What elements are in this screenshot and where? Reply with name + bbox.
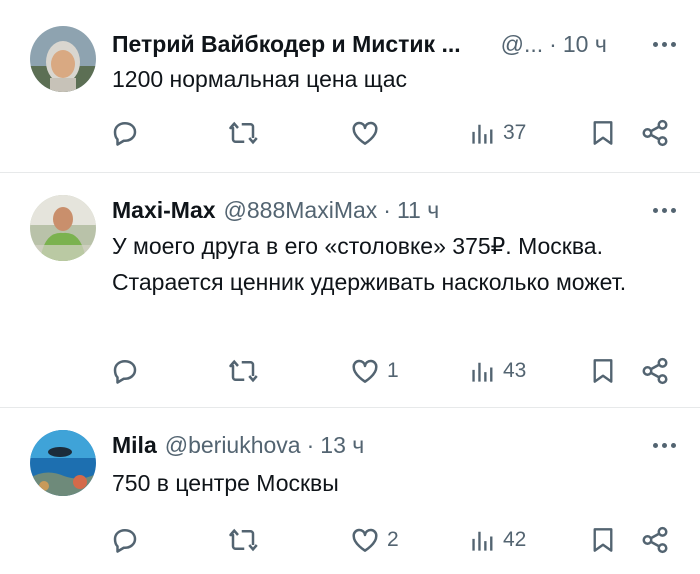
like-button[interactable]: 2 <box>350 520 399 560</box>
heart-icon <box>352 528 378 552</box>
retweet-button[interactable] <box>228 113 258 153</box>
author-handle[interactable]: @... <box>501 31 544 58</box>
more-icon[interactable] <box>653 195 676 225</box>
share-button[interactable] <box>640 520 670 560</box>
views-button[interactable]: 43 <box>470 351 526 391</box>
views-count: 37 <box>503 121 527 144</box>
retweet-button[interactable] <box>228 520 258 560</box>
timestamp[interactable]: 13 ч <box>320 432 364 459</box>
tweet-3[interactable]: Mila @beriukhova · 13 ч 750 в центре Мос… <box>0 408 700 574</box>
share-button[interactable] <box>640 113 670 153</box>
tweet-header: Mila @beriukhova · 13 ч <box>112 430 364 460</box>
tweet-text: 1200 нормальная цена щас <box>112 66 407 92</box>
retweet-icon <box>229 121 258 145</box>
heart-icon <box>352 121 378 145</box>
reply-button[interactable] <box>110 520 140 560</box>
like-count: 2 <box>387 528 399 551</box>
reply-button[interactable] <box>110 113 140 153</box>
author-handle[interactable]: @beriukhova <box>165 432 301 459</box>
author-name[interactable]: Петрий Вайбкодер и Мистик ... <box>112 31 461 58</box>
views-count: 43 <box>503 359 527 382</box>
avatar[interactable] <box>30 430 96 496</box>
share-icon <box>642 357 668 385</box>
tweet-header: Maxi-Max @888MaxiMax · 11 ч <box>112 195 439 225</box>
views-button[interactable]: 37 <box>470 113 526 153</box>
bookmark-button[interactable] <box>590 113 616 153</box>
author-name[interactable]: Maxi-Max <box>112 197 216 224</box>
tweet-2[interactable]: Maxi-Max @888MaxiMax · 11 ч У моего друг… <box>0 173 700 407</box>
retweet-button[interactable] <box>228 351 258 391</box>
heart-icon <box>352 359 378 383</box>
views-icon <box>472 531 493 551</box>
tweet-header: Петрий Вайбкодер и Мистик ... @... · 10 … <box>112 29 607 59</box>
reply-button[interactable] <box>110 351 140 391</box>
avatar[interactable] <box>30 195 96 261</box>
reply-icon <box>113 122 137 146</box>
reply-icon <box>113 360 137 384</box>
avatar[interactable] <box>30 26 96 92</box>
share-button[interactable] <box>640 351 670 391</box>
separator-dot: · <box>383 196 391 223</box>
more-icon[interactable] <box>653 430 676 460</box>
views-count: 42 <box>503 528 527 551</box>
retweet-icon <box>229 359 258 383</box>
share-icon <box>642 526 668 554</box>
timestamp[interactable]: 10 ч <box>563 31 607 58</box>
tweet-text: 750 в центре Москвы <box>112 470 339 496</box>
retweet-icon <box>229 528 258 552</box>
action-bar: 1 43 <box>0 351 700 391</box>
bookmark-icon <box>593 528 613 552</box>
views-icon <box>472 362 493 382</box>
separator-dot: · <box>306 431 315 458</box>
share-icon <box>642 119 668 147</box>
tweet-text: У моего друга в его «столовке» 375₽. Мос… <box>112 233 627 295</box>
bookmark-icon <box>593 359 613 383</box>
author-name[interactable]: Mila <box>112 432 157 459</box>
author-handle[interactable]: @888MaxiMax <box>224 197 378 224</box>
bookmark-icon <box>593 121 613 145</box>
tweet-1[interactable]: Петрий Вайбкодер и Мистик ... @... · 10 … <box>0 0 700 172</box>
like-button[interactable]: 1 <box>350 351 399 391</box>
action-bar: 37 <box>0 113 700 153</box>
views-button[interactable]: 42 <box>470 520 526 560</box>
like-button[interactable] <box>350 113 387 153</box>
reply-icon <box>113 529 137 553</box>
views-icon <box>472 124 493 144</box>
bookmark-button[interactable] <box>590 520 616 560</box>
action-bar: 2 42 <box>0 520 700 560</box>
more-icon[interactable] <box>653 29 676 59</box>
bookmark-button[interactable] <box>590 351 616 391</box>
timestamp[interactable]: 11 ч <box>397 197 439 224</box>
separator-dot: · <box>549 30 557 57</box>
like-count: 1 <box>387 359 399 382</box>
